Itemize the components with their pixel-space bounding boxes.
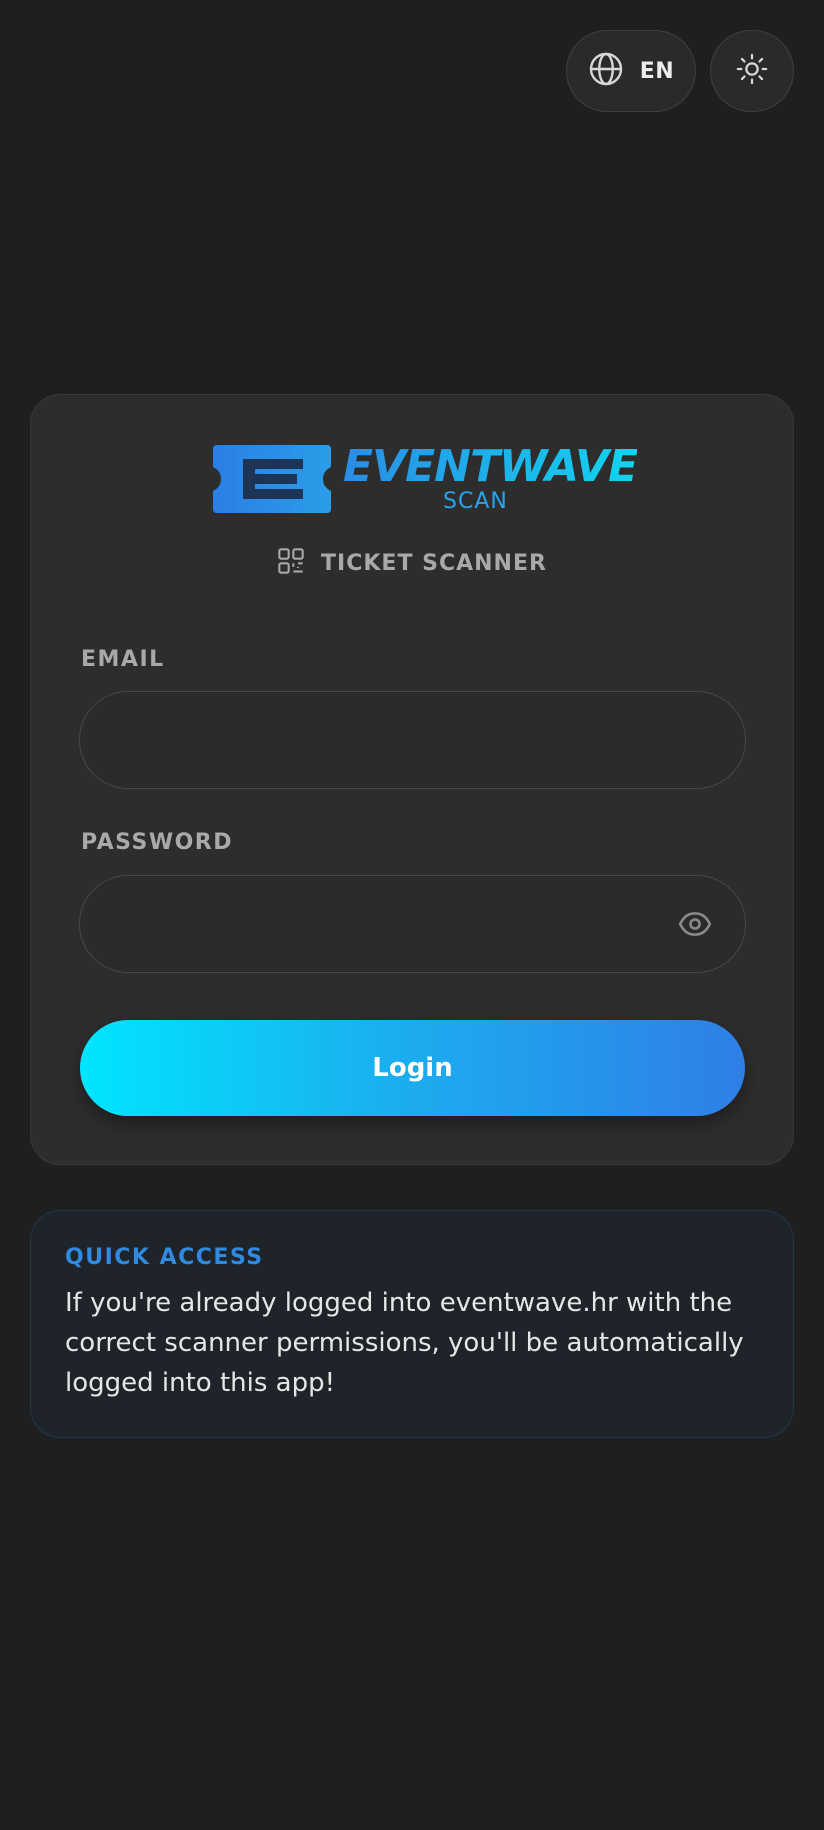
login-card: EVENTWAVE SCAN TICKET SCANNER EMAIL PASS… (30, 394, 794, 1165)
globe-icon (588, 51, 624, 91)
quick-access-panel: QUICK ACCESS If you're already logged in… (30, 1210, 794, 1438)
sun-icon (735, 52, 769, 90)
email-label: EMAIL (81, 647, 165, 672)
theme-toggle-button[interactable] (710, 30, 794, 112)
language-button[interactable]: EN (566, 30, 696, 112)
email-field[interactable] (79, 691, 746, 789)
top-bar: EN (566, 30, 794, 112)
password-field[interactable] (79, 875, 746, 973)
brand-name: EVENTWAVE (343, 441, 638, 492)
language-code: EN (639, 58, 675, 84)
login-button-label: Login (372, 1053, 453, 1083)
subtitle-text: TICKET SCANNER (321, 550, 547, 576)
password-label: PASSWORD (81, 830, 234, 855)
qr-code-icon (277, 547, 305, 579)
quick-access-title: QUICK ACCESS (65, 1245, 264, 1270)
quick-access-text: If you're already logged into eventwave.… (65, 1288, 744, 1398)
subtitle: TICKET SCANNER (31, 547, 793, 579)
eye-icon[interactable] (677, 906, 713, 942)
brand-sub: SCAN (443, 489, 508, 514)
ticket-logo-icon (211, 443, 333, 519)
login-button[interactable]: Login (80, 1020, 745, 1116)
eventwave-logo: EVENTWAVE SCAN (211, 441, 638, 523)
